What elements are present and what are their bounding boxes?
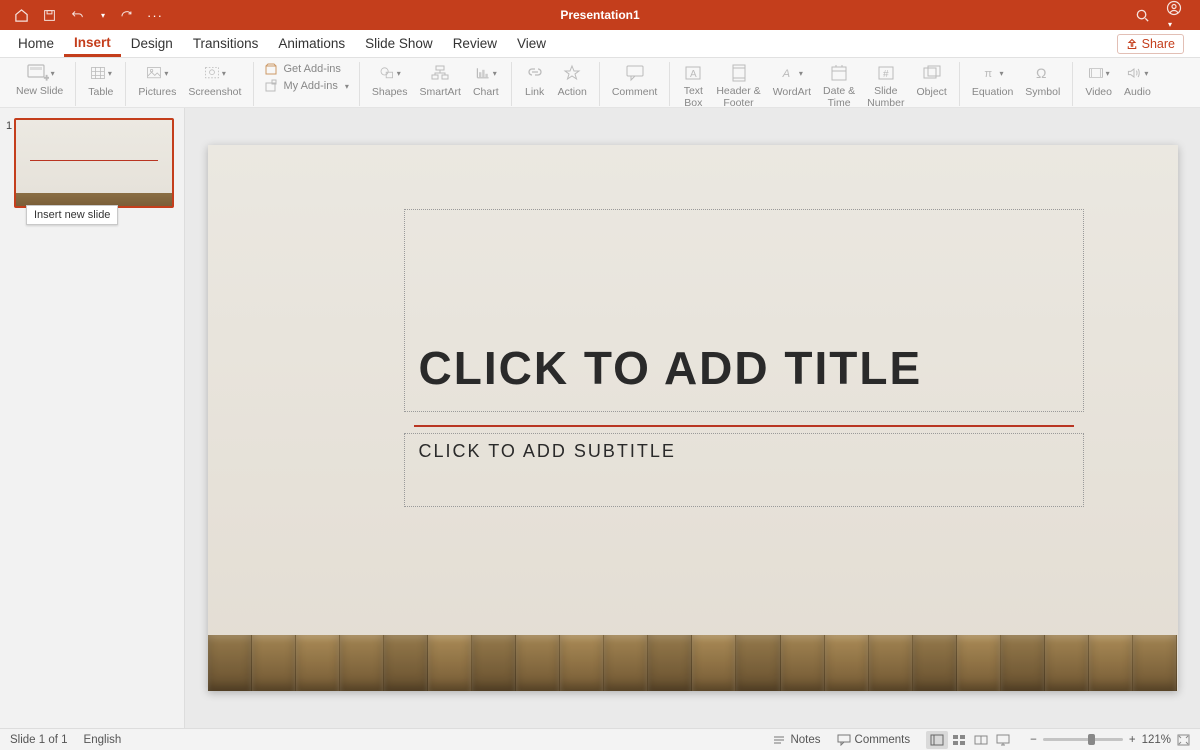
subtitle-placeholder[interactable]: CLICK TO ADD SUBTITLE	[404, 433, 1084, 507]
link-button[interactable]: Link	[518, 60, 552, 100]
addins-icon	[264, 79, 278, 93]
svg-text:+: +	[44, 73, 49, 83]
object-button[interactable]: Object	[910, 60, 952, 100]
slide-counter[interactable]: Slide 1 of 1	[10, 734, 68, 746]
tooltip: Insert new slide	[26, 205, 118, 225]
thumbnail-number: 1	[6, 120, 12, 132]
header-footer-button[interactable]: Header & Footer	[710, 60, 766, 111]
slide-background-floor	[208, 635, 1178, 691]
zoom-slider[interactable]	[1043, 738, 1123, 741]
notes-icon	[772, 734, 786, 746]
audio-button[interactable]: ▾Audio	[1118, 60, 1157, 100]
more-icon[interactable]: ···	[147, 8, 163, 23]
svg-text:A: A	[690, 69, 697, 80]
title-bar: ▾ ··· Presentation1 ▾	[0, 0, 1200, 30]
zoom-control: − + 121%	[1030, 734, 1190, 746]
action-button[interactable]: Action	[552, 60, 593, 100]
normal-view-button[interactable]	[926, 731, 948, 749]
svg-text:#: #	[883, 69, 889, 80]
tab-design[interactable]: Design	[121, 30, 183, 57]
document-title: Presentation1	[560, 8, 639, 22]
share-button[interactable]: Share	[1117, 34, 1184, 54]
tab-home[interactable]: Home	[8, 30, 64, 57]
tab-review[interactable]: Review	[443, 30, 507, 57]
slide-canvas-area: CLICK TO ADD TITLE CLICK TO ADD SUBTITLE	[185, 108, 1200, 728]
sorter-view-button[interactable]	[948, 731, 970, 749]
tab-view[interactable]: View	[507, 30, 556, 57]
slide[interactable]: CLICK TO ADD TITLE CLICK TO ADD SUBTITLE	[208, 145, 1178, 691]
reading-view-button[interactable]	[970, 731, 992, 749]
video-button[interactable]: ▾Video	[1079, 60, 1118, 100]
slideshow-view-button[interactable]	[992, 731, 1014, 749]
share-label: Share	[1142, 37, 1175, 51]
view-mode-buttons	[926, 731, 1014, 749]
slidenumber-button[interactable]: #Slide Number	[861, 60, 910, 111]
pictures-button[interactable]: ▾Pictures	[132, 60, 182, 100]
table-button[interactable]: ▾Table	[82, 60, 119, 100]
status-bar: Slide 1 of 1 English Notes Comments − + …	[0, 728, 1200, 750]
workspace: 1 Insert new slide CLICK TO ADD TITLE CL…	[0, 108, 1200, 728]
title-placeholder-text: CLICK TO ADD TITLE	[419, 341, 923, 395]
chart-button[interactable]: ▾Chart	[467, 60, 505, 100]
undo-icon[interactable]	[70, 9, 85, 22]
ribbon: +▾ New Slide ▾Table ▾Pictures ▾Screensho…	[0, 58, 1200, 108]
store-icon	[264, 62, 278, 76]
zoom-percent[interactable]: 121%	[1142, 734, 1171, 746]
new-slide-button[interactable]: +▾ New Slide	[10, 60, 69, 100]
screenshot-button[interactable]: ▾Screenshot	[182, 60, 247, 100]
language-indicator[interactable]: English	[84, 734, 122, 746]
save-icon[interactable]	[43, 9, 56, 22]
zoom-in-button[interactable]: +	[1129, 734, 1136, 746]
slide-thumbnail-panel: 1 Insert new slide	[0, 108, 185, 728]
account-icon[interactable]: ▾	[1166, 0, 1182, 30]
tab-insert[interactable]: Insert	[64, 30, 121, 57]
svg-text:Ω: Ω	[1036, 65, 1046, 81]
zoom-out-button[interactable]: −	[1030, 734, 1037, 746]
notes-button[interactable]: Notes	[772, 734, 820, 746]
comment-icon	[837, 734, 851, 746]
shapes-button[interactable]: ▾Shapes	[366, 60, 414, 100]
equation-button[interactable]: π▾Equation	[966, 60, 1019, 100]
smartart-button[interactable]: SmartArt	[414, 60, 467, 100]
title-placeholder[interactable]: CLICK TO ADD TITLE	[404, 209, 1084, 412]
home-icon[interactable]	[14, 8, 29, 23]
tab-bar: Home Insert Design Transitions Animation…	[0, 30, 1200, 58]
subtitle-placeholder-text: CLICK TO ADD SUBTITLE	[419, 441, 676, 461]
undo-dropdown-icon[interactable]: ▾	[101, 11, 105, 20]
fit-window-button[interactable]	[1177, 734, 1190, 746]
comments-button[interactable]: Comments	[837, 734, 911, 746]
my-addins-button[interactable]: My Add-ins▾	[264, 79, 348, 93]
datetime-button[interactable]: Date & Time	[817, 60, 861, 111]
tab-animations[interactable]: Animations	[268, 30, 355, 57]
tab-slideshow[interactable]: Slide Show	[355, 30, 443, 57]
slide-thumbnail-1[interactable]	[14, 118, 174, 208]
search-icon[interactable]	[1135, 8, 1150, 23]
textbox-button[interactable]: AText Box	[676, 60, 710, 111]
redo-icon[interactable]	[119, 9, 133, 22]
svg-text:A: A	[781, 68, 789, 80]
accent-divider	[414, 425, 1074, 427]
share-icon	[1126, 38, 1138, 50]
tab-transitions[interactable]: Transitions	[183, 30, 269, 57]
svg-text:π: π	[984, 68, 992, 80]
comment-button[interactable]: Comment	[606, 60, 664, 100]
symbol-button[interactable]: ΩSymbol	[1019, 60, 1066, 100]
wordart-button[interactable]: A▾WordArt	[767, 60, 817, 100]
get-addins-button[interactable]: Get Add-ins	[264, 62, 348, 76]
